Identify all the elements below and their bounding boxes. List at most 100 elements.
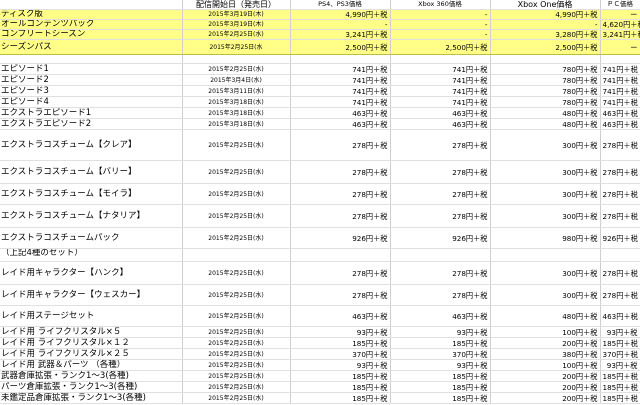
ps-price — [290, 248, 391, 262]
release-date: 2015年3月18日(水) — [182, 107, 291, 119]
x360-price: - — [390, 9, 491, 20]
product-name — [0, 54, 183, 64]
product-name: コンプリートシーズン — [0, 29, 183, 40]
x360-price: 463円＋税 — [390, 107, 491, 119]
xone-price — [490, 248, 601, 262]
release-date: 2015年3月19日(木) — [182, 19, 291, 30]
xone-price: 300円＋税 — [490, 261, 601, 285]
product-name: オールコンテンツパック — [0, 19, 183, 30]
ps-price: 278円＋税 — [290, 204, 391, 228]
ps-price: 463円＋税 — [290, 305, 391, 327]
release-date: 2015年3月19日(木) — [182, 9, 291, 20]
table-row: エピソード4 2015年3月18日(水) 741円＋税 741円＋税 780円＋税 741… — [0, 96, 640, 108]
product-name: エクストラエピソード1 — [0, 107, 183, 119]
x360-price: 278円＋税 — [390, 261, 491, 285]
release-date: 2015年2月25日(水) — [182, 381, 291, 393]
pc-price: ー — [600, 39, 640, 55]
table-row: エピソード2 2015年3月4日(水) 741円＋税 741円＋税 780円＋税 741円… — [0, 74, 640, 86]
release-date: 2015年2月25日(水) — [182, 305, 291, 327]
xone-price: 3,280円＋税 — [490, 29, 601, 40]
release-date: 2015年2月25日(水) — [182, 160, 291, 184]
product-name: シーズンパス — [0, 39, 183, 55]
pc-price: ー — [600, 9, 640, 20]
xone-price: 2,500円＋税 — [490, 39, 601, 55]
ps-price: 741円＋税 — [290, 74, 391, 86]
x360-price: 741円＋税 — [390, 96, 491, 108]
product-name: エクストラコスチューム【モイラ】 — [0, 183, 183, 205]
release-date: 2015年2月25日(水) — [182, 370, 291, 382]
table-row: エクストラコスチューム【バリー】 2015年2月25日(水) 278円＋税 278円＋… — [0, 160, 640, 184]
pc-price: 185円＋税 — [600, 392, 640, 404]
product-name: エクストラコスチューム【クレア】 — [0, 129, 183, 161]
pc-price: 741円＋税 — [600, 74, 640, 86]
xone-price: 300円＋税 — [490, 284, 601, 306]
xone-price: 100円＋税 — [490, 359, 601, 371]
x360-price: 185円＋税 — [390, 337, 491, 349]
xone-price: 780円＋税 — [490, 85, 601, 97]
ps-price: 3,241円＋税 — [290, 29, 391, 40]
pc-price — [600, 248, 640, 262]
product-name: （上記4種のセット） — [0, 248, 183, 262]
header-x360-price: Xbox 360価格 — [390, 0, 491, 10]
table-row: オールコンテンツパック2015年3月19日(木)---4,620円＋税 — [0, 19, 640, 30]
product-name: 武器倉庫拡張・ランク1～3(各種) — [0, 370, 183, 382]
xone-price: 780円＋税 — [490, 96, 601, 108]
table-row: エピソード3 2015年3月11日(水) 741円＋税 741円＋税 780円＋税 741… — [0, 85, 640, 97]
ps-price: 741円＋税 — [290, 96, 391, 108]
pc-price: 185円＋税 — [600, 381, 640, 393]
pc-price — [600, 54, 640, 64]
ps-price: 741円＋税 — [290, 85, 391, 97]
product-name: エピソード1 — [0, 63, 183, 75]
x360-price: 463円＋税 — [390, 118, 491, 130]
release-date: 2015年2月25日(水 — [182, 39, 291, 55]
ps-price: - — [290, 19, 391, 30]
table-row: （上記4種のセット） — [0, 248, 640, 262]
release-date — [182, 54, 291, 64]
table-row: レイド用キャラクター【ウェスカー】 2015年2月25日(水) 278円＋税 278円… — [0, 284, 640, 306]
pc-price: 463円＋税 — [600, 107, 640, 119]
table-row: エクストラコスチューム【ナタリア】 2015年2月25日(水) 278円＋税 278円… — [0, 204, 640, 228]
xone-price: 300円＋税 — [490, 160, 601, 184]
ps-price: 185円＋税 — [290, 370, 391, 382]
release-date — [182, 248, 291, 262]
header-release-date: 配信開始日（発売日） — [182, 0, 291, 10]
release-date: 2015年2月25日(水) — [182, 348, 291, 360]
spacer-row — [0, 54, 640, 64]
ps-price: 93円＋税 — [290, 359, 391, 371]
pc-price: 185円＋税 — [600, 370, 640, 382]
table-row: レイド用ステージセット 2015年2月25日(水) 463円＋税 463円＋税 480円… — [0, 305, 640, 327]
product-name: パーツ倉庫拡張・ランク1～3(各種) — [0, 381, 183, 393]
x360-price: 2,500円＋税 — [390, 39, 491, 55]
xone-price — [490, 54, 601, 64]
pc-price: 278円＋税 — [600, 160, 640, 184]
release-date: 2015年2月25日(水) — [182, 29, 291, 40]
ps-price: 93円＋税 — [290, 326, 391, 338]
xone-price: 300円＋税 — [490, 204, 601, 228]
x360-price: 93円＋税 — [390, 326, 491, 338]
x360-price: 278円＋税 — [390, 183, 491, 205]
xone-price: 380円＋税 — [490, 348, 601, 360]
x360-price: 278円＋税 — [390, 129, 491, 161]
pc-price: 741円＋税 — [600, 85, 640, 97]
product-name: レイド用キャラクター【ウェスカー】 — [0, 284, 183, 306]
pc-price: 93円＋税 — [600, 359, 640, 371]
table-row: レイド用 武器＆パーツ （各種） 2015年2月25日(水) 93円＋税 93円＋税 1… — [0, 359, 640, 371]
x360-price: 370円＋税 — [390, 348, 491, 360]
xone-price: 4,990円＋税 — [490, 9, 601, 20]
ps-price: 4,990円＋税 — [290, 9, 391, 20]
ps-price: 185円＋税 — [290, 392, 391, 404]
pc-price: 741円＋税 — [600, 63, 640, 75]
xone-price: 780円＋税 — [490, 63, 601, 75]
xone-price: 480円＋税 — [490, 305, 601, 327]
release-date: 2015年2月25日(水) — [182, 204, 291, 228]
ps-price: 926円＋税 — [290, 227, 391, 249]
xone-price: 100円＋税 — [490, 326, 601, 338]
x360-price: - — [390, 29, 491, 40]
product-name: エピソード4 — [0, 96, 183, 108]
table-row: ディスク版 2015年3月19日(木) 4,990円＋税 -4,990円＋税ー — [0, 9, 640, 20]
x360-price — [390, 248, 491, 262]
xone-price: 300円＋税 — [490, 183, 601, 205]
table-row: レイド用 ライフクリスタル×１２ 2015年2月25日(水) 185円＋税 185円＋… — [0, 337, 640, 349]
x360-price: 93円＋税 — [390, 359, 491, 371]
x360-price — [390, 54, 491, 64]
